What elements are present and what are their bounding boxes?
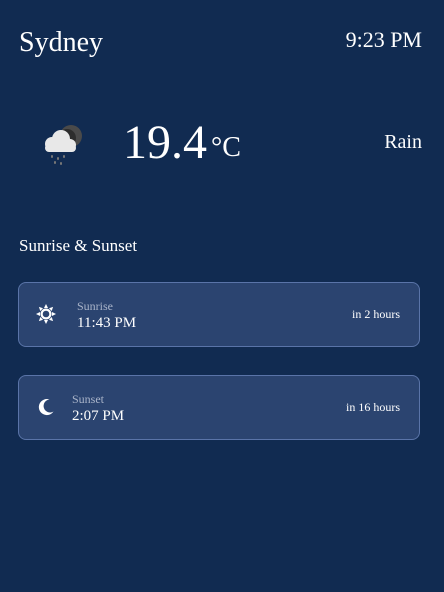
sunset-card: Sunset 2:07 PM in 16 hours	[18, 375, 420, 440]
weather-condition: Rain	[384, 131, 422, 153]
header: Sydney 9:23 PM	[19, 26, 422, 66]
city-name: Sydney	[19, 27, 103, 58]
sunrise-time: 11:43 PM	[77, 315, 137, 331]
sunset-label: Sunset	[72, 392, 105, 406]
current-weather: 19.4 °C Rain	[0, 112, 444, 182]
sunset-relative: in 16 hours	[346, 400, 400, 414]
moon-icon	[38, 399, 54, 416]
sunset-time: 2:07 PM	[72, 408, 125, 424]
temperature-value: 19.4	[123, 116, 207, 169]
section-title: Sunrise & Sunset	[19, 236, 138, 255]
sunrise-card: Sunrise 11:43 PM in 2 hours	[18, 282, 420, 347]
temperature-unit: °C	[211, 132, 241, 163]
current-time: 9:23 PM	[345, 27, 422, 52]
sunrise-relative: in 2 hours	[352, 307, 400, 321]
cloud-rain-night-icon	[45, 125, 82, 165]
sunrise-label: Sunrise	[77, 299, 113, 313]
temperature: 19.4 °C	[123, 114, 241, 177]
sun-icon	[36, 304, 56, 324]
